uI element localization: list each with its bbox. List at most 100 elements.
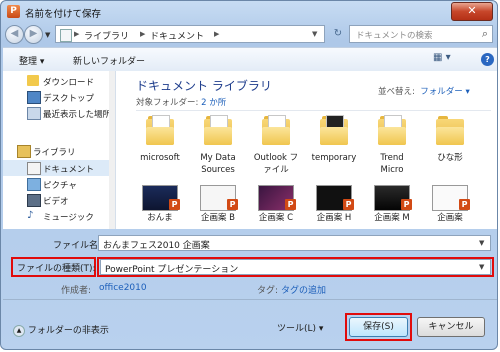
view-options-icon[interactable]: ▦ ▾ xyxy=(433,52,451,63)
organize-button[interactable]: 整理 ▾ xyxy=(19,54,44,67)
download-folder-icon xyxy=(27,75,39,86)
powerpoint-file-icon: P xyxy=(401,199,412,210)
sidebar-item-label: ミュージック xyxy=(43,213,94,223)
sidebar-item-documents[interactable]: ドキュメント xyxy=(3,160,115,176)
sidebar-item-recent-places[interactable]: 最近表示した場所 xyxy=(3,105,115,121)
refresh-icon[interactable]: ↻ xyxy=(329,25,347,43)
target-label: 対象フォルダー: xyxy=(136,98,199,108)
folder-item[interactable]: temporary xyxy=(306,115,362,175)
breadcrumb-library[interactable]: ライブラリ xyxy=(84,29,129,42)
forward-button[interactable]: ▶ xyxy=(24,25,43,44)
tags-value[interactable]: タグの追加 xyxy=(281,283,326,296)
title-bar: P 名前を付けて保存 ✕ xyxy=(1,1,497,23)
library-title: ドキュメント ライブラリ xyxy=(136,79,272,93)
powerpoint-file-icon: P xyxy=(343,199,354,210)
hide-folders-label: フォルダーの非表示 xyxy=(27,326,109,336)
file-label: おんま xyxy=(147,213,173,223)
folder-item[interactable]: Trend Micro xyxy=(364,115,420,175)
folder-item[interactable]: microsoft xyxy=(132,115,188,175)
videos-icon xyxy=(27,194,41,207)
new-folder-button[interactable]: 新しいフォルダー xyxy=(73,54,145,67)
forward-arrow-icon: ▶ xyxy=(29,28,38,39)
back-arrow-icon: ◀ xyxy=(10,28,19,39)
file-item[interactable]: P 企画案 H xyxy=(310,185,358,223)
sidebar-item-label: ライブラリ xyxy=(33,148,76,158)
tools-label: ツール(L) xyxy=(277,324,317,334)
author-label: 作成者: xyxy=(61,286,92,296)
search-placeholder: ドキュメントの検索 xyxy=(356,31,433,41)
sidebar-item-desktop[interactable]: デスクトップ xyxy=(3,89,115,105)
form-divider xyxy=(3,299,497,300)
sidebar-item-label: 最近表示した場所 xyxy=(43,110,112,120)
address-dropdown-icon[interactable]: ▼ xyxy=(312,30,317,38)
tools-button[interactable]: ツール(L) ▾ xyxy=(277,321,323,334)
filename-dropdown-icon[interactable]: ▼ xyxy=(479,239,484,247)
target-folders-link[interactable]: 2 か所 xyxy=(201,98,226,108)
dialog-title: 名前を付けて保存 xyxy=(25,9,102,20)
folder-label: My Data Sources xyxy=(200,153,236,175)
sidebar-item-label: ドキュメント xyxy=(43,165,95,175)
sidebar-item-downloads[interactable]: ダウンロード xyxy=(3,73,115,89)
file-label: 企画案 xyxy=(437,213,463,223)
filetype-dropdown-icon[interactable]: ▼ xyxy=(479,263,484,271)
sidebar-item-music[interactable]: ♪ ミュージック xyxy=(3,208,115,224)
search-input[interactable]: ドキュメントの検索 ⌕ xyxy=(349,25,493,43)
breadcrumb-documents[interactable]: ドキュメント xyxy=(150,29,204,42)
sidebar-item-videos[interactable]: ビデオ xyxy=(3,192,115,208)
save-as-dialog: P 名前を付けて保存 ✕ ◀ ▶ ▼ ▶ ライブラリ ▶ ドキュメント ▶ ▼ … xyxy=(0,0,498,350)
organize-label: 整理 xyxy=(19,57,38,67)
recent-pages-chevron-icon[interactable]: ▼ xyxy=(45,31,50,39)
navigation-scrollbar[interactable] xyxy=(109,71,115,229)
file-label: 企画案 C xyxy=(258,213,294,223)
file-item[interactable]: P 企画案 xyxy=(426,185,474,223)
navigation-row: ◀ ▶ ▼ ▶ ライブラリ ▶ ドキュメント ▶ ▼ ↻ ドキュメントの検索 ⌕ xyxy=(5,23,493,45)
sidebar-item-label: デスクトップ xyxy=(43,94,95,104)
file-item[interactable]: P 企画案 B xyxy=(194,185,242,223)
close-button[interactable]: ✕ xyxy=(451,2,493,21)
hide-folders-button[interactable]: ▲ フォルダーの非表示 xyxy=(13,323,109,337)
filename-input[interactable]: おんまフェス2010 企画案 ▼ xyxy=(98,235,491,251)
folder-item[interactable]: Outlook ファイル xyxy=(248,115,304,175)
desktop-icon xyxy=(27,91,41,104)
arrange-by-dropdown[interactable]: フォルダー ▾ xyxy=(420,87,469,97)
author-value[interactable]: office2010 xyxy=(99,283,147,293)
library-icon xyxy=(17,145,31,158)
sidebar-item-library[interactable]: ライブラリ xyxy=(3,143,115,159)
filename-value: おんまフェス2010 企画案 xyxy=(103,241,210,251)
folder-item[interactable]: My Data Sources xyxy=(190,115,246,175)
folder-label: Trend Micro xyxy=(380,153,404,175)
library-small-icon xyxy=(60,29,72,42)
folder-label: ひな形 xyxy=(437,153,463,163)
folder-icon xyxy=(262,115,290,145)
collapse-chevron-icon: ▲ xyxy=(13,324,25,337)
breadcrumb-separator-icon: ▶ xyxy=(140,30,146,38)
folder-icon xyxy=(146,115,174,145)
search-icon: ⌕ xyxy=(481,27,488,40)
file-label: 企画案 B xyxy=(200,213,236,223)
folder-label: temporary xyxy=(311,153,357,163)
address-bar[interactable]: ▶ ライブラリ ▶ ドキュメント ▶ ▼ xyxy=(55,25,325,43)
file-item[interactable]: P おんま xyxy=(136,185,184,223)
folder-item[interactable]: ひな形 xyxy=(422,115,478,175)
file-item[interactable]: P 企画案 C xyxy=(252,185,300,223)
folder-icon xyxy=(436,115,464,145)
arrange-by: 並べ替え: フォルダー ▾ xyxy=(378,85,470,97)
filetype-value: PowerPoint プレゼンテーション xyxy=(105,265,239,275)
save-form: ファイル名(N): おんまフェス2010 企画案 ▼ ファイルの種類(T): P… xyxy=(3,229,497,349)
filetype-select[interactable]: PowerPoint プレゼンテーション ▼ xyxy=(100,259,491,275)
cancel-button[interactable]: キャンセル xyxy=(417,317,485,337)
recent-places-icon xyxy=(27,107,41,120)
navigation-pane: ダウンロード デスクトップ 最近表示した場所 ライブラリ ドキュメント ピクチャ… xyxy=(3,71,116,229)
file-item[interactable]: P 企画案 M xyxy=(368,185,416,223)
breadcrumb-separator-icon: ▶ xyxy=(74,30,80,38)
sidebar-item-pictures[interactable]: ピクチャ xyxy=(3,176,115,192)
pictures-icon xyxy=(27,178,41,191)
folder-label: microsoft xyxy=(140,153,180,163)
help-icon[interactable]: ? xyxy=(481,53,494,66)
save-button[interactable]: 保存(S) xyxy=(349,317,408,337)
powerpoint-icon: P xyxy=(7,5,20,18)
back-button[interactable]: ◀ xyxy=(5,25,24,44)
powerpoint-file-icon: P xyxy=(227,199,238,210)
folder-icon xyxy=(320,115,348,145)
arrange-label: 並べ替え: xyxy=(378,87,415,97)
